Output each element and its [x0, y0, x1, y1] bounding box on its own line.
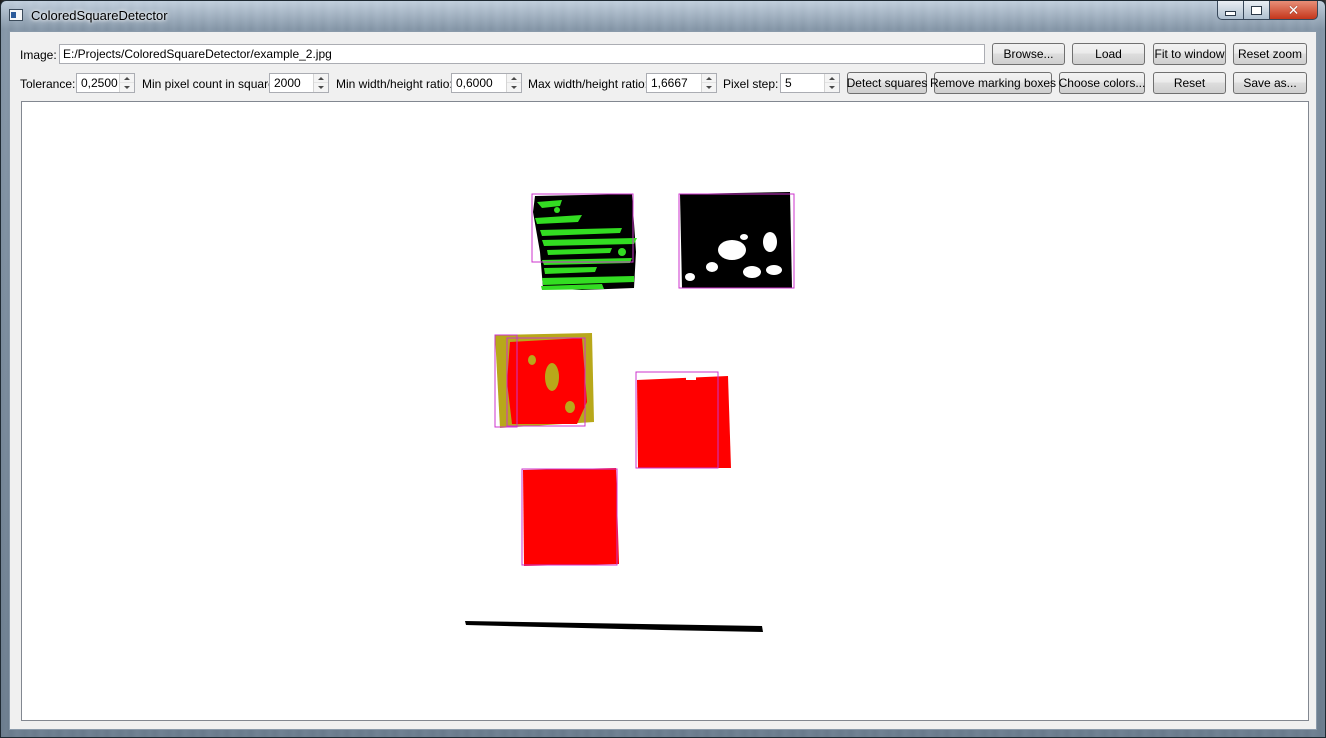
spin-down-icon[interactable]	[120, 83, 134, 92]
app-window: ColoredSquareDetector ✕ Image: E:/Projec…	[0, 0, 1326, 738]
min-ratio-value: 0,6000	[456, 76, 493, 90]
pixel-step-label: Pixel step:	[723, 77, 779, 91]
tolerance-label: Tolerance:	[20, 77, 76, 91]
olive-red-square	[494, 333, 594, 428]
maximize-button[interactable]	[1244, 1, 1270, 20]
save-as-button[interactable]: Save as...	[1233, 72, 1307, 94]
max-ratio-value: 1,6667	[651, 76, 688, 90]
tolerance-spinbox[interactable]: 0,2500	[76, 73, 135, 93]
green-square	[531, 193, 637, 290]
spin-down-icon[interactable]	[825, 83, 839, 92]
spin-up-icon[interactable]	[120, 74, 134, 83]
caption-buttons: ✕	[1217, 1, 1318, 21]
reset-button[interactable]: Reset	[1153, 72, 1226, 94]
window-title: ColoredSquareDetector	[31, 8, 168, 23]
pixel-step-value: 5	[785, 76, 792, 90]
spin-up-icon[interactable]	[314, 74, 328, 83]
pixel-step-spinbox[interactable]: 5	[780, 73, 840, 93]
image-view[interactable]	[21, 101, 1309, 721]
spin-up-icon[interactable]	[702, 74, 716, 83]
remove-marking-boxes-button[interactable]: Remove marking boxes	[930, 72, 1056, 94]
reset-zoom-button[interactable]: Reset zoom	[1233, 43, 1307, 65]
min-ratio-spinbox[interactable]: 0,6000	[451, 73, 522, 93]
min-pixel-spinbox[interactable]: 2000	[269, 73, 329, 93]
fit-to-window-button[interactable]: Fit to window	[1153, 43, 1226, 65]
black-line	[465, 621, 763, 632]
close-icon: ✕	[1287, 2, 1300, 18]
red-square-right	[635, 371, 731, 469]
min-pixel-label: Min pixel count in square:	[142, 77, 279, 91]
processed-image	[465, 192, 795, 632]
load-button[interactable]: Load	[1072, 43, 1145, 65]
min-pixel-value: 2000	[274, 76, 301, 90]
red-square-bottom	[521, 468, 619, 566]
browse-button[interactable]: Browse...	[992, 43, 1065, 65]
minimize-button[interactable]	[1217, 1, 1244, 20]
title-bar[interactable]: ColoredSquareDetector ✕	[1, 1, 1325, 31]
tolerance-value: 0,2500	[81, 76, 118, 90]
black-square	[678, 192, 795, 289]
spin-down-icon[interactable]	[314, 83, 328, 92]
spin-down-icon[interactable]	[507, 83, 521, 92]
app-icon[interactable]	[9, 9, 23, 21]
client-area: Image: E:/Projects/ColoredSquareDetector…	[9, 31, 1317, 730]
min-ratio-label: Min width/height ratio:	[336, 77, 453, 91]
image-path-input[interactable]: E:/Projects/ColoredSquareDetector/exampl…	[59, 44, 985, 64]
maximize-icon	[1251, 5, 1262, 15]
detect-squares-button[interactable]: Detect squares	[847, 72, 927, 94]
spin-up-icon[interactable]	[507, 74, 521, 83]
close-button[interactable]: ✕	[1270, 1, 1318, 20]
spin-up-icon[interactable]	[825, 74, 839, 83]
max-ratio-spinbox[interactable]: 1,6667	[646, 73, 717, 93]
spin-down-icon[interactable]	[702, 83, 716, 92]
max-ratio-label: Max width/height ratio:	[528, 77, 649, 91]
minimize-icon	[1225, 10, 1236, 16]
image-label: Image:	[20, 48, 57, 62]
choose-colors-button[interactable]: Choose colors...	[1059, 72, 1145, 94]
